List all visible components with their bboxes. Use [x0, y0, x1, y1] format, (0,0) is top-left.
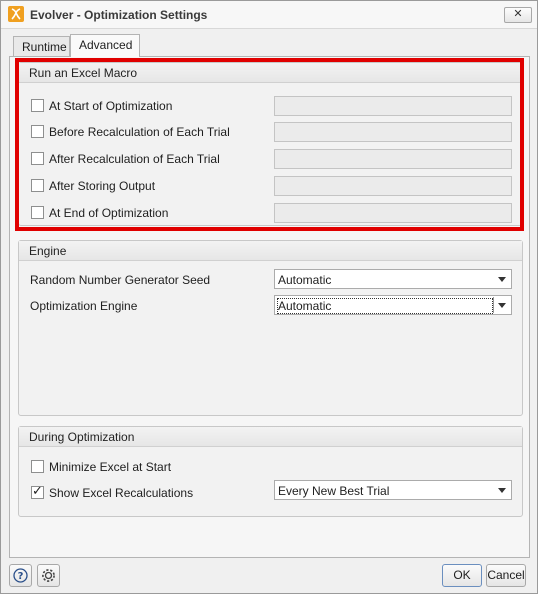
- macro-before-recalc-checkbox[interactable]: [31, 125, 44, 138]
- macro-after-output-checkbox[interactable]: [31, 179, 44, 192]
- engine-dropdown[interactable]: Automatic: [274, 295, 512, 315]
- tab-content-advanced: Run an Excel Macro At Start of Optimizat…: [9, 56, 530, 558]
- macro-start-field[interactable]: [274, 96, 512, 116]
- recalc-dropdown-value: Every New Best Trial: [278, 484, 390, 498]
- window-title: Evolver - Optimization Settings: [30, 8, 208, 22]
- during-group-header: During Optimization: [19, 427, 522, 447]
- macro-end-label[interactable]: At End of Optimization: [49, 206, 168, 220]
- during-group: During Optimization Minimize Excel at St…: [18, 426, 523, 517]
- engine-group-title: Engine: [29, 244, 67, 258]
- macro-after-output-label[interactable]: After Storing Output: [49, 179, 155, 193]
- svg-text:?: ?: [18, 571, 24, 582]
- macro-group-title: Run an Excel Macro: [29, 66, 138, 80]
- macro-group: Run an Excel Macro At Start of Optimizat…: [18, 62, 523, 226]
- seed-dropdown[interactable]: Automatic: [274, 269, 512, 289]
- macro-row-start: At Start of Optimization: [31, 96, 521, 116]
- macro-after-recalc-label[interactable]: After Recalculation of Each Trial: [49, 152, 220, 166]
- close-button[interactable]: ✕: [504, 7, 532, 23]
- macro-before-recalc-label[interactable]: Before Recalculation of Each Trial: [49, 125, 230, 139]
- chevron-down-icon: [498, 277, 506, 282]
- evolver-app-icon: [8, 6, 24, 22]
- help-button[interactable]: ?: [9, 564, 32, 587]
- engine-dropdown-value: Automatic: [277, 298, 493, 314]
- macro-end-checkbox[interactable]: [31, 206, 44, 219]
- macro-row-after-output: After Storing Output: [31, 176, 521, 196]
- tab-advanced-label: Advanced: [79, 38, 133, 52]
- chevron-down-icon: [498, 488, 506, 493]
- cancel-button[interactable]: Cancel: [486, 564, 526, 587]
- engine-group-header: Engine: [19, 241, 522, 261]
- seed-label: Random Number Generator Seed: [30, 273, 211, 287]
- tab-runtime-label: Runtime: [22, 40, 67, 54]
- tab-advanced[interactable]: Advanced: [70, 34, 140, 57]
- macro-start-label[interactable]: At Start of Optimization: [49, 99, 172, 113]
- macro-after-recalc-field[interactable]: [274, 149, 512, 169]
- macro-after-output-field[interactable]: [274, 176, 512, 196]
- macro-row-after-recalc: After Recalculation of Each Trial: [31, 149, 521, 169]
- settings-button[interactable]: [37, 564, 60, 587]
- tab-runtime[interactable]: Runtime: [13, 36, 70, 57]
- minimize-label[interactable]: Minimize Excel at Start: [49, 460, 171, 474]
- macro-end-field[interactable]: [274, 203, 512, 223]
- show-recalc-checkbox[interactable]: [31, 484, 44, 499]
- macro-group-header: Run an Excel Macro: [19, 63, 522, 83]
- minimize-checkbox[interactable]: [31, 460, 44, 473]
- engine-label: Optimization Engine: [30, 299, 138, 313]
- macro-row-before-recalc: Before Recalculation of Each Trial: [31, 122, 521, 142]
- recalc-dropdown[interactable]: Every New Best Trial: [274, 480, 512, 500]
- macro-start-checkbox[interactable]: [31, 99, 44, 112]
- seed-dropdown-value: Automatic: [278, 273, 332, 287]
- title-bar: Evolver - Optimization Settings ✕: [1, 1, 537, 29]
- chevron-down-icon: [498, 303, 506, 308]
- recalc-row: Show Excel Recalculations: [31, 483, 271, 503]
- macro-after-recalc-checkbox[interactable]: [31, 152, 44, 165]
- ok-button[interactable]: OK: [442, 564, 482, 587]
- engine-group: Engine Random Number Generator Seed Auto…: [18, 240, 523, 416]
- minimize-row: Minimize Excel at Start: [31, 457, 331, 477]
- show-recalc-label[interactable]: Show Excel Recalculations: [49, 486, 193, 500]
- dialog-window: Evolver - Optimization Settings ✕ Runtim…: [0, 0, 538, 594]
- during-group-title: During Optimization: [29, 430, 135, 444]
- macro-before-recalc-field[interactable]: [274, 122, 512, 142]
- close-icon: ✕: [513, 8, 523, 20]
- help-icon: ?: [13, 568, 28, 583]
- macro-row-end: At End of Optimization: [31, 203, 521, 223]
- dropdown-separator: [493, 297, 494, 313]
- gear-icon: [42, 569, 55, 582]
